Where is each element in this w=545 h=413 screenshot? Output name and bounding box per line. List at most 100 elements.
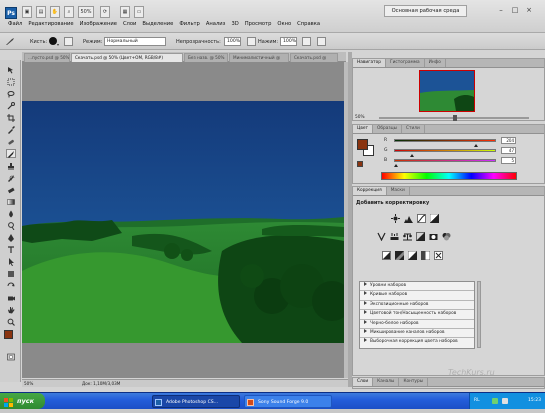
document-tab-1[interactable]: ...пусто.psd @ 50% [24,53,70,62]
menu-help[interactable]: Справка [297,21,320,27]
shape-tool-icon[interactable] [6,269,16,278]
navigator-slider-handle[interactable] [453,115,457,121]
rotate-view-icon[interactable]: ⟳ [100,6,110,18]
eraser-tool-icon[interactable] [6,185,16,194]
move-tool-icon[interactable] [6,65,16,74]
blue-slider[interactable] [394,159,496,162]
eyedropper-tool-icon[interactable] [6,125,16,134]
curves-icon[interactable] [417,214,426,223]
quick-mask-icon[interactable] [6,352,16,361]
arrange-documents-icon[interactable]: ▦ [120,6,130,18]
workspace-switcher[interactable]: Основная рабочая среда [384,5,467,17]
history-brush-tool-icon[interactable] [6,173,16,182]
tab-histogram[interactable]: Гистограмма [386,59,425,67]
menu-layers[interactable]: Слои [123,21,136,27]
type-tool-icon[interactable] [6,245,16,254]
tab-color[interactable]: Цвет [353,125,374,133]
marquee-tool-icon[interactable] [6,77,16,86]
posterize-icon[interactable] [395,251,404,260]
taskbar-photoshop[interactable]: Adobe Photoshop CS... [152,395,240,408]
pressure-input[interactable]: 100% [280,37,297,46]
menu-view[interactable]: Просмотр [245,21,272,27]
blend-mode-select[interactable]: Нормальный [104,37,166,46]
brush-tool-selected-icon[interactable] [6,149,16,158]
clock[interactable]: 15:23 [528,398,541,403]
menu-edit[interactable]: Редактирование [28,21,73,27]
minibridge-icon[interactable]: ▤ [36,6,46,18]
3d-rotate-tool-icon[interactable] [6,281,16,290]
menu-image[interactable]: Изображение [80,21,117,27]
airbrush-icon[interactable] [302,37,311,46]
tablet-opacity-icon[interactable] [247,37,256,46]
status-zoom[interactable]: 50% [24,380,33,387]
document-tab-active[interactable]: Скачать.psd @ 50% (Цвет+ОМ, RGB/8#) [71,53,183,62]
3d-camera-tool-icon[interactable] [6,293,16,302]
preset-curves[interactable]: Кривые наборов [360,291,474,301]
menu-file[interactable]: Файл [8,21,22,27]
gradient-map-icon[interactable] [420,250,431,261]
preset-exposure[interactable]: Экспозиционные наборов [360,300,474,311]
brightness-contrast-icon[interactable] [391,214,400,223]
slider-marker-r[interactable] [473,144,478,147]
menu-filter[interactable]: Фильтр [179,21,200,27]
quick-selection-tool-icon[interactable] [6,101,16,110]
tab-layers[interactable]: Слои [353,378,374,386]
brush-panel-toggle-icon[interactable] [64,37,73,46]
landscape-image[interactable] [22,101,344,343]
hand-tool-sidebar-icon[interactable] [6,305,16,314]
threshold-icon[interactable] [407,250,418,261]
language-indicator[interactable]: RL [474,393,480,409]
hue-saturation-icon[interactable] [390,232,399,241]
menu-window[interactable]: Окно [277,21,291,27]
crop-tool-icon[interactable] [6,113,16,122]
path-selection-tool-icon[interactable] [6,257,16,266]
preset-black-white[interactable]: Черно-белое наборов [360,319,474,329]
healing-brush-tool-icon[interactable] [6,137,16,146]
channel-mixer-icon[interactable] [442,232,451,241]
green-value[interactable]: 47 [501,147,516,154]
gradient-tool-icon[interactable] [6,197,16,206]
tab-paths[interactable]: Контуры [399,378,429,386]
pen-tool-icon[interactable] [6,233,16,242]
maximize-icon[interactable]: □ [510,5,520,15]
close-icon[interactable]: × [524,5,534,15]
vibrance-icon[interactable] [377,232,386,242]
tab-masks[interactable]: Маски [387,187,410,195]
volume-icon[interactable] [502,398,508,404]
preset-channel-mixer[interactable]: Микширование каналов наборов [360,328,474,339]
blue-value[interactable]: 5 [501,157,516,164]
navigator-thumbnail[interactable] [419,70,475,112]
invert-icon[interactable] [382,251,391,260]
preset-levels[interactable]: Уровни наборов [360,282,474,292]
zoom-tool-sidebar-icon[interactable] [6,317,16,326]
menu-3d[interactable]: 3D [231,21,238,27]
preset-selective-color[interactable]: Выборочная коррекция цвета наборов [360,338,474,347]
lasso-tool-icon[interactable] [6,89,16,98]
black-white-icon[interactable] [416,232,425,241]
tab-swatches[interactable]: Образцы [373,125,403,133]
tab-info[interactable]: Инфо [425,59,446,67]
brush-preset-picker[interactable] [48,36,60,47]
menu-analysis[interactable]: Анализ [206,21,226,27]
color-panel-foreground[interactable] [357,139,368,150]
brush-tool-icon[interactable] [5,37,15,46]
document-tab-3[interactable]: Без назв. @ 50% [184,53,228,62]
selective-color-icon[interactable] [434,251,443,260]
navigator-zoom[interactable]: 50% [355,115,365,120]
blur-tool-icon[interactable] [6,209,16,218]
photo-filter-icon[interactable] [429,232,438,241]
document-tab-4[interactable]: Минималистичный @ [229,53,289,62]
web-color-warning-icon[interactable] [357,161,363,167]
color-balance-icon[interactable] [403,232,412,241]
presets-scrollbar[interactable] [477,281,481,348]
opacity-input[interactable]: 100% [224,37,241,46]
tab-styles[interactable]: Стили [402,125,425,133]
screen-mode-icon[interactable]: ▭ [134,6,144,18]
red-value[interactable]: 204 [501,137,516,144]
hand-tool-icon[interactable]: ✋ [50,6,60,18]
zoom-tool-icon[interactable]: ⌕ [64,6,74,18]
levels-icon[interactable] [404,214,413,223]
red-slider[interactable] [394,139,496,142]
clone-stamp-tool-icon[interactable] [6,161,16,170]
color-ramp-spectrum[interactable] [381,172,517,180]
